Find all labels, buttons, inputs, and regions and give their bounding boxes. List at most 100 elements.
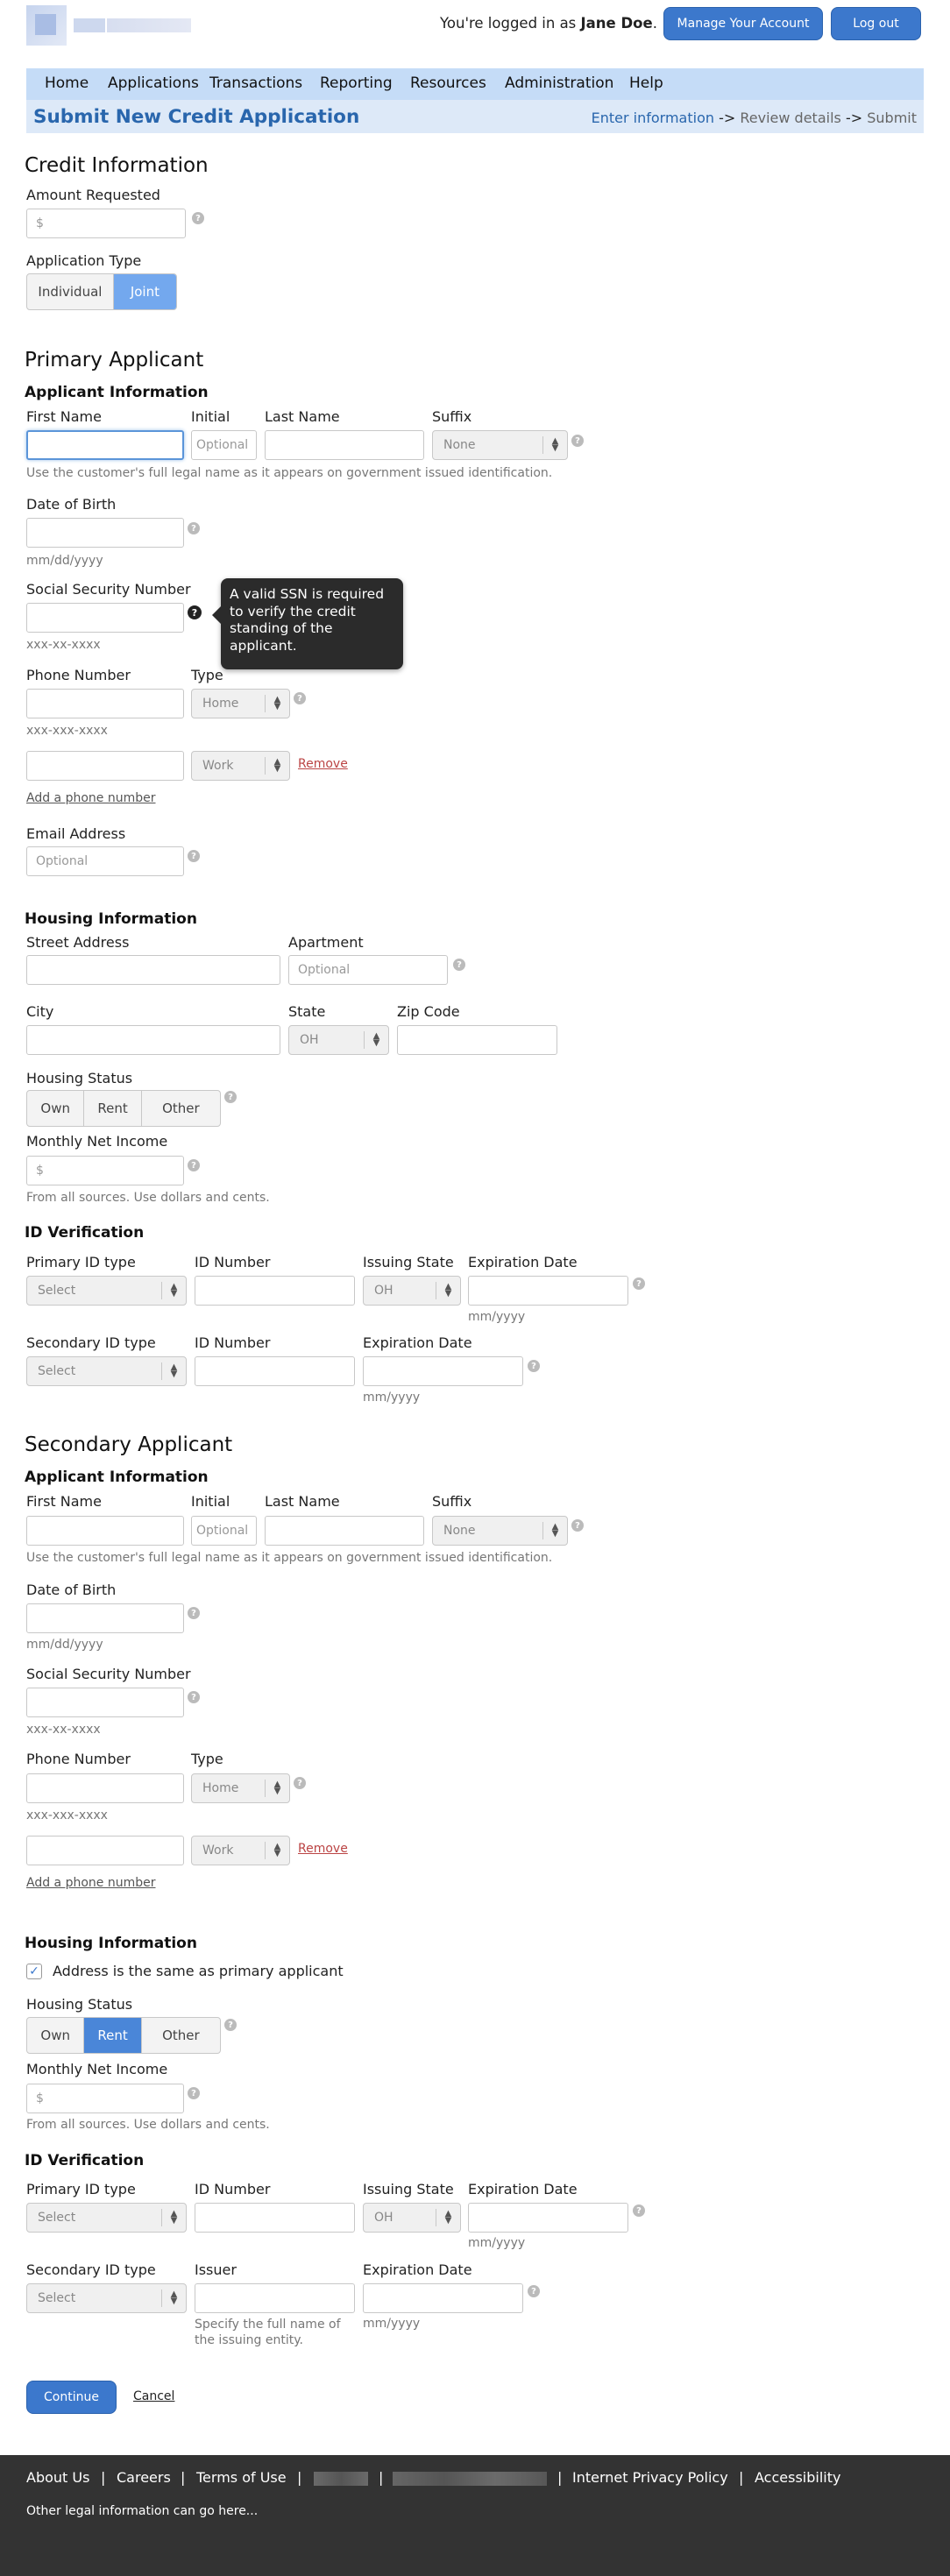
status-rent[interactable]: Rent <box>84 2018 142 2053</box>
logout-button[interactable]: Log out <box>831 7 921 40</box>
street-input[interactable] <box>26 955 280 985</box>
primary-id-type-select[interactable]: Select ▲ ▼ <box>26 1276 187 1306</box>
help-icon[interactable]: ? <box>188 605 202 619</box>
nav-reporting[interactable]: Reporting <box>320 74 393 92</box>
help-icon[interactable]: ? <box>294 692 306 704</box>
id-number-input[interactable] <box>195 2203 355 2233</box>
amount-input[interactable]: $ <box>26 209 186 238</box>
footer-privacy-link[interactable]: Internet Privacy Policy <box>572 2469 728 2486</box>
help-icon[interactable]: ? <box>633 2204 645 2217</box>
last-name-input[interactable] <box>265 430 424 460</box>
dob-input[interactable] <box>26 1603 184 1633</box>
logo[interactable] <box>26 5 191 46</box>
dob-input[interactable] <box>26 518 184 548</box>
first-name-input[interactable] <box>26 430 184 460</box>
income-input[interactable]: $ <box>26 1156 184 1185</box>
ssn-input[interactable] <box>26 603 184 633</box>
secondary-id-type-select[interactable]: Select ▲ ▼ <box>26 2283 187 2313</box>
help-icon[interactable]: ? <box>633 1277 645 1290</box>
app-type-joint[interactable]: Joint <box>113 274 176 309</box>
status-own[interactable]: Own <box>27 2018 85 2053</box>
phone-input-2[interactable] <box>26 751 184 781</box>
login-suffix: . <box>652 15 657 32</box>
zip-input[interactable] <box>397 1025 557 1055</box>
help-icon[interactable]: ? <box>294 1777 306 1789</box>
expiration-input-2[interactable] <box>363 1356 523 1386</box>
phone-type-select-2[interactable]: Work ▲ ▼ <box>191 1836 290 1865</box>
phone-type-select[interactable]: Home ▲ ▼ <box>191 1773 290 1803</box>
footer-careers-link[interactable]: Careers <box>117 2469 171 2486</box>
email-input[interactable]: Optional <box>26 846 184 876</box>
city-input[interactable] <box>26 1025 280 1055</box>
help-icon[interactable]: ? <box>188 850 200 862</box>
suffix-select[interactable]: None ▲ ▼ <box>432 1516 568 1546</box>
help-icon[interactable]: ? <box>571 435 584 447</box>
app-type-individual[interactable]: Individual <box>27 274 114 309</box>
expiration-input-2[interactable] <box>363 2283 523 2313</box>
phone-input[interactable] <box>26 689 184 718</box>
issuing-state-label: Issuing State <box>363 2181 454 2197</box>
remove-phone-link[interactable]: Remove <box>298 757 348 771</box>
manage-account-button[interactable]: Manage Your Account <box>663 7 823 40</box>
initial-input[interactable]: Optional <box>191 1516 257 1546</box>
footer-accessibility-link[interactable]: Accessibility <box>755 2469 840 2486</box>
status-other[interactable]: Other <box>142 1091 220 1126</box>
help-icon[interactable]: ? <box>188 1159 200 1171</box>
help-icon[interactable]: ? <box>188 522 200 534</box>
redacted-link[interactable] <box>314 2472 368 2486</box>
continue-button[interactable]: Continue <box>26 2381 117 2414</box>
same-address-checkbox[interactable]: ✓ <box>26 1964 42 1979</box>
remove-phone-link[interactable]: Remove <box>298 1842 348 1856</box>
nav-administration[interactable]: Administration <box>505 74 613 92</box>
nav-applications[interactable]: Applications <box>108 74 199 92</box>
initial-input[interactable]: Optional <box>191 430 257 460</box>
first-name-input[interactable] <box>26 1516 184 1546</box>
help-icon[interactable]: ? <box>188 1691 200 1703</box>
issuing-state-select[interactable]: OH ▲ ▼ <box>363 2203 461 2233</box>
nav-home[interactable]: Home <box>45 74 89 92</box>
help-icon[interactable]: ? <box>528 1360 540 1372</box>
phone-type-select-2[interactable]: Work ▲ ▼ <box>191 751 290 781</box>
help-icon[interactable]: ? <box>571 1519 584 1532</box>
expiration-input[interactable] <box>468 1276 628 1306</box>
status-other[interactable]: Other <box>142 2018 220 2053</box>
cancel-link[interactable]: Cancel <box>133 2389 174 2403</box>
primary-id-type-select[interactable]: Select ▲ ▼ <box>26 2203 187 2233</box>
footer-terms-link[interactable]: Terms of Use <box>196 2469 287 2486</box>
tooltip-text: A valid SSN is required to verify the cr… <box>230 586 385 654</box>
last-name-input[interactable] <box>265 1516 424 1546</box>
status-rent[interactable]: Rent <box>84 1091 142 1126</box>
secondary-id-type-select[interactable]: Select ▲ ▼ <box>26 1356 187 1386</box>
id-number-input-2[interactable] <box>195 1356 355 1386</box>
id-number-input[interactable] <box>195 1276 355 1306</box>
suffix-select[interactable]: None ▲ ▼ <box>432 430 568 460</box>
help-icon[interactable]: ? <box>192 212 204 224</box>
phone-type-select[interactable]: Home ▲ ▼ <box>191 689 290 718</box>
ssn-input[interactable] <box>26 1688 184 1717</box>
status-own[interactable]: Own <box>27 1091 85 1126</box>
nav-transactions[interactable]: Transactions <box>209 74 302 92</box>
state-select[interactable]: OH ▲ ▼ <box>288 1025 389 1055</box>
chevron-updown-icon: ▲ ▼ <box>161 1282 186 1299</box>
issuing-state-select[interactable]: OH ▲ ▼ <box>363 1276 461 1306</box>
add-phone-link[interactable]: Add a phone number <box>26 1876 156 1890</box>
nav-help[interactable]: Help <box>629 74 663 92</box>
phone-input-2[interactable] <box>26 1836 184 1865</box>
add-phone-link[interactable]: Add a phone number <box>26 791 156 805</box>
apartment-input[interactable]: Optional <box>288 955 448 985</box>
phone-input[interactable] <box>26 1773 184 1803</box>
help-icon[interactable]: ? <box>188 2087 200 2099</box>
help-icon[interactable]: ? <box>528 2285 540 2297</box>
same-address-label[interactable]: Address is the same as primary applicant <box>53 1963 344 1979</box>
help-icon[interactable]: ? <box>453 959 465 971</box>
nav-resources[interactable]: Resources <box>410 74 486 92</box>
footer-about-link[interactable]: About Us <box>26 2469 89 2486</box>
credit-heading: Credit Information <box>25 154 209 177</box>
help-icon[interactable]: ? <box>224 1091 237 1103</box>
help-icon[interactable]: ? <box>188 1607 200 1619</box>
redacted-link[interactable] <box>393 2472 547 2486</box>
income-input[interactable]: $ <box>26 2084 184 2113</box>
help-icon[interactable]: ? <box>224 2019 237 2031</box>
expiration-input[interactable] <box>468 2203 628 2233</box>
issuer-input[interactable] <box>195 2283 355 2313</box>
